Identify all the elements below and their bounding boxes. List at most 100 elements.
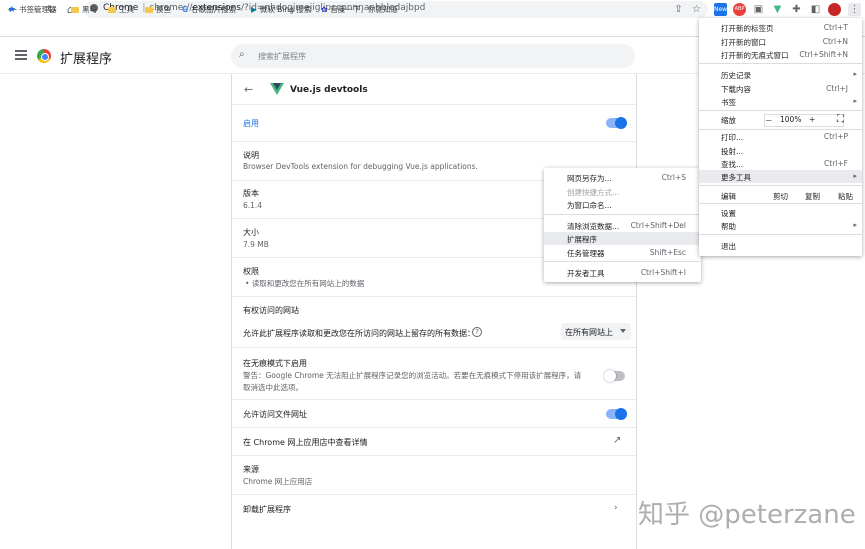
shortcut: Ctrl+N bbox=[822, 37, 848, 46]
menu-separator bbox=[544, 261, 701, 262]
bookmark-manager[interactable]: ★ 书签管理器 bbox=[8, 4, 57, 15]
menu-item-incognito[interactable]: 打开新的无痕式窗口 bbox=[721, 50, 789, 61]
chevron-right-icon: ▸ bbox=[853, 97, 857, 105]
menu-item-print[interactable]: 打印... bbox=[721, 132, 743, 143]
zoom-control bbox=[764, 114, 844, 127]
baidu-icon: ✿ bbox=[321, 5, 328, 14]
menu-item-task-manager[interactable]: 任务管理器 bbox=[567, 248, 605, 259]
zoom-in-button[interactable]: + bbox=[809, 115, 815, 124]
menu-item-clear-data[interactable]: 清除浏览数据... bbox=[567, 221, 619, 232]
file-urls-label: 允许访问文件网址 bbox=[243, 410, 307, 419]
folder-icon bbox=[108, 6, 116, 13]
version-value: 6.1.4 bbox=[243, 201, 263, 210]
search-icon: ⌕ bbox=[239, 49, 245, 60]
divider bbox=[232, 427, 636, 428]
menu-item-cut[interactable]: 剪切 bbox=[773, 191, 788, 202]
watermark: 知乎 @peterzane bbox=[638, 500, 856, 530]
search-placeholder: 搜索扩展程序 bbox=[258, 52, 306, 61]
folder-icon bbox=[71, 6, 79, 13]
menu-item-new-tab[interactable]: 打开新的标签页 bbox=[721, 23, 774, 34]
bookmark-folder[interactable]: 黑马 bbox=[71, 4, 97, 15]
menu-item-downloads[interactable]: 下载内容 bbox=[721, 84, 751, 95]
menu-separator bbox=[699, 185, 862, 186]
menu-separator bbox=[699, 234, 862, 235]
bookmark-link[interactable]: ✿ 百度一下，你就知道 bbox=[321, 4, 398, 15]
menu-separator bbox=[699, 63, 862, 64]
chevron-right-icon: ▸ bbox=[853, 172, 857, 180]
menu-item-copy[interactable]: 复制 bbox=[805, 191, 820, 202]
menu-item-find[interactable]: 查找... bbox=[721, 159, 743, 170]
incognito-warning: 取消选中此选项。 bbox=[243, 383, 303, 392]
extension-icon[interactable]: ▣ bbox=[752, 3, 765, 16]
menu-item-settings[interactable]: 设置 bbox=[721, 208, 736, 219]
file-urls-toggle[interactable] bbox=[606, 408, 627, 420]
divider bbox=[232, 494, 636, 495]
back-button[interactable]: ← bbox=[244, 83, 253, 96]
bookmark-folder[interactable]: 摸鱼 bbox=[145, 4, 171, 15]
menu-item-create-shortcut[interactable]: 创建快捷方式... bbox=[567, 187, 619, 198]
bookmark-folder[interactable]: 工具 bbox=[108, 4, 134, 15]
menu-item-bookmarks[interactable]: 书签 bbox=[721, 97, 736, 108]
store-link[interactable]: 在 Chrome 网上应用店中查看详情 bbox=[243, 437, 367, 448]
menu-item-new-window[interactable]: 打开新的窗口 bbox=[721, 37, 766, 48]
site-access-description: 允许此扩展程序读取和更改您在所访问的网站上留存的所有数据： bbox=[243, 329, 475, 338]
incognito-warning: 警告：Google Chrome 无法阻止扩展程序记录您的浏览活动。若要在无痕模… bbox=[243, 371, 582, 380]
divider bbox=[232, 347, 636, 348]
uninstall-link[interactable]: 卸载扩展程序 bbox=[243, 504, 291, 515]
shortcut: Ctrl+Shift+I bbox=[640, 268, 686, 277]
external-link-icon[interactable]: ↗ bbox=[613, 435, 621, 446]
divider bbox=[232, 296, 636, 297]
menu-item-zoom: 缩放 bbox=[721, 116, 736, 125]
shortcut: Ctrl+F bbox=[824, 159, 848, 168]
new-badge-extension-icon[interactable]: New bbox=[714, 3, 727, 16]
kebab-menu-icon[interactable]: ⋮ bbox=[848, 3, 861, 16]
help-icon[interactable]: ? bbox=[472, 327, 482, 337]
chevron-right-icon[interactable]: › bbox=[614, 503, 618, 513]
bookmark-star-icon[interactable]: ☆ bbox=[690, 3, 703, 16]
avatar[interactable] bbox=[828, 3, 841, 16]
bookmark-link[interactable]: ▶ 微软 Bing 搜索 bbox=[251, 4, 311, 15]
fullscreen-icon[interactable]: ⛶ bbox=[837, 114, 844, 125]
menu-item-cast[interactable]: 投射... bbox=[721, 146, 743, 157]
vue-devtools-icon[interactable]: ▼ bbox=[771, 3, 784, 16]
extension-name: Vue.js devtools bbox=[290, 85, 368, 95]
chrome-main-menu: 打开新的标签页 Ctrl+T 打开新的窗口 Ctrl+N 打开新的无痕式窗口 C… bbox=[699, 18, 862, 256]
menu-item-paste[interactable]: 粘贴 bbox=[838, 191, 853, 202]
menu-separator bbox=[699, 129, 862, 130]
divider bbox=[232, 141, 636, 142]
bookmark-link[interactable]: G 谷歌图片搜索 bbox=[182, 4, 236, 15]
shortcut: Ctrl+S bbox=[661, 173, 686, 182]
shortcut: Ctrl+P bbox=[823, 132, 848, 141]
hamburger-menu-icon[interactable] bbox=[15, 50, 27, 60]
adblock-icon[interactable]: ABP bbox=[733, 3, 746, 16]
source-value: Chrome 网上应用店 bbox=[243, 477, 313, 486]
menu-separator bbox=[544, 214, 701, 215]
shortcut: Ctrl+T bbox=[823, 23, 848, 32]
sidebar-icon[interactable]: ◧ bbox=[809, 3, 822, 16]
menu-item-more-tools[interactable]: 更多工具 bbox=[721, 172, 751, 183]
menu-separator bbox=[699, 203, 862, 204]
divider bbox=[232, 399, 636, 400]
incognito-toggle[interactable] bbox=[604, 370, 625, 382]
menu-item-extensions[interactable]: 扩展程序 bbox=[567, 234, 597, 245]
shortcut: Ctrl+Shift+Del bbox=[630, 221, 686, 230]
share-icon[interactable]: ⇪ bbox=[672, 3, 685, 16]
divider bbox=[232, 104, 636, 105]
more-tools-submenu: 网页另存为... Ctrl+S 创建快捷方式... 为窗口命名... 清除浏览数… bbox=[544, 168, 701, 282]
bing-icon: ▶ bbox=[251, 5, 257, 14]
enabled-label: 启用 bbox=[243, 119, 259, 128]
menu-item-history[interactable]: 历史记录 bbox=[721, 70, 751, 81]
enable-toggle[interactable] bbox=[606, 117, 627, 129]
puzzle-icon[interactable]: ✚ bbox=[790, 3, 803, 16]
permission-item: • 读取和更改您在所有网站上的数据 bbox=[245, 279, 365, 288]
description-heading: 说明 bbox=[243, 151, 259, 160]
source-heading: 来源 bbox=[243, 465, 259, 474]
menu-item-name-window[interactable]: 为窗口命名... bbox=[567, 200, 612, 211]
chevron-right-icon: ▸ bbox=[853, 70, 857, 78]
menu-item-exit[interactable]: 退出 bbox=[721, 241, 736, 252]
menu-item-save-page[interactable]: 网页另存为... bbox=[567, 173, 612, 184]
menu-item-help[interactable]: 帮助 bbox=[721, 221, 736, 232]
chevron-down-icon bbox=[620, 329, 626, 333]
menu-item-dev-tools[interactable]: 开发者工具 bbox=[567, 268, 605, 279]
zoom-out-button[interactable]: － bbox=[765, 115, 773, 126]
